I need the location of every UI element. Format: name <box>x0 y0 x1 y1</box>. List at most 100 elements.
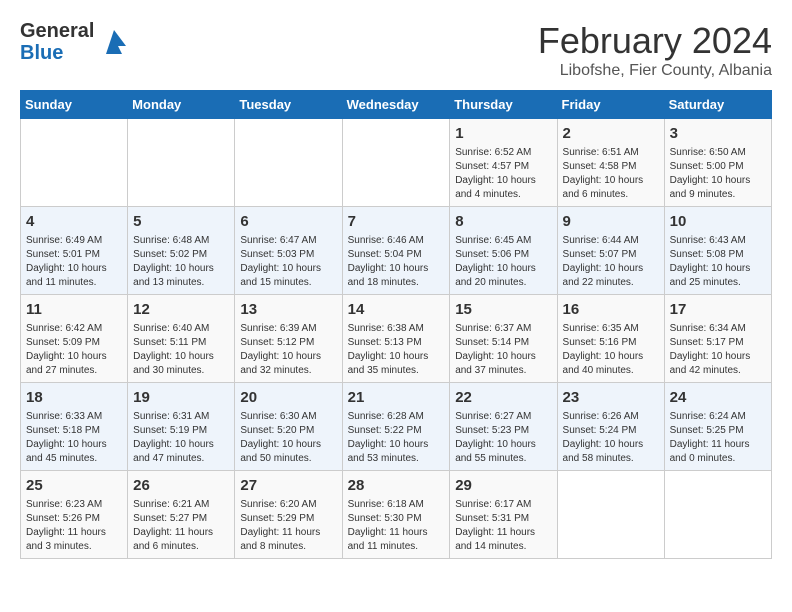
calendar-cell: 12Sunrise: 6:40 AM Sunset: 5:11 PM Dayli… <box>128 295 235 383</box>
calendar-body: 1Sunrise: 6:52 AM Sunset: 4:57 PM Daylig… <box>21 119 772 559</box>
day-number: 24 <box>670 387 766 408</box>
day-number: 28 <box>348 475 445 496</box>
calendar-cell: 1Sunrise: 6:52 AM Sunset: 4:57 PM Daylig… <box>450 119 557 207</box>
calendar-cell: 10Sunrise: 6:43 AM Sunset: 5:08 PM Dayli… <box>664 207 771 295</box>
calendar-cell: 2Sunrise: 6:51 AM Sunset: 4:58 PM Daylig… <box>557 119 664 207</box>
day-number: 13 <box>240 299 336 320</box>
day-info: Sunrise: 6:42 AM Sunset: 5:09 PM Dayligh… <box>26 322 122 378</box>
header-tuesday: Tuesday <box>235 91 342 119</box>
calendar-cell: 19Sunrise: 6:31 AM Sunset: 5:19 PM Dayli… <box>128 383 235 471</box>
day-number: 7 <box>348 211 445 232</box>
calendar-cell <box>128 119 235 207</box>
calendar-cell <box>664 471 771 559</box>
day-info: Sunrise: 6:18 AM Sunset: 5:30 PM Dayligh… <box>348 498 445 554</box>
day-number: 18 <box>26 387 122 408</box>
day-info: Sunrise: 6:49 AM Sunset: 5:01 PM Dayligh… <box>26 234 122 290</box>
calendar-cell: 15Sunrise: 6:37 AM Sunset: 5:14 PM Dayli… <box>450 295 557 383</box>
header-wednesday: Wednesday <box>342 91 450 119</box>
day-number: 14 <box>348 299 445 320</box>
calendar-week-2: 11Sunrise: 6:42 AM Sunset: 5:09 PM Dayli… <box>21 295 772 383</box>
calendar-cell: 5Sunrise: 6:48 AM Sunset: 5:02 PM Daylig… <box>128 207 235 295</box>
day-number: 21 <box>348 387 445 408</box>
day-number: 3 <box>670 123 766 144</box>
calendar-cell: 18Sunrise: 6:33 AM Sunset: 5:18 PM Dayli… <box>21 383 128 471</box>
calendar-cell: 14Sunrise: 6:38 AM Sunset: 5:13 PM Dayli… <box>342 295 450 383</box>
day-number: 9 <box>563 211 659 232</box>
header: General Blue February 2024 Libofshe, Fie… <box>20 20 772 80</box>
day-info: Sunrise: 6:27 AM Sunset: 5:23 PM Dayligh… <box>455 410 551 466</box>
day-number: 23 <box>563 387 659 408</box>
day-number: 8 <box>455 211 551 232</box>
day-number: 12 <box>133 299 229 320</box>
calendar-cell: 11Sunrise: 6:42 AM Sunset: 5:09 PM Dayli… <box>21 295 128 383</box>
calendar-cell: 3Sunrise: 6:50 AM Sunset: 5:00 PM Daylig… <box>664 119 771 207</box>
calendar-week-4: 25Sunrise: 6:23 AM Sunset: 5:26 PM Dayli… <box>21 471 772 559</box>
day-number: 17 <box>670 299 766 320</box>
calendar-week-3: 18Sunrise: 6:33 AM Sunset: 5:18 PM Dayli… <box>21 383 772 471</box>
day-info: Sunrise: 6:33 AM Sunset: 5:18 PM Dayligh… <box>26 410 122 466</box>
calendar-cell: 17Sunrise: 6:34 AM Sunset: 5:17 PM Dayli… <box>664 295 771 383</box>
day-number: 6 <box>240 211 336 232</box>
calendar-title: February 2024 <box>538 20 772 62</box>
calendar-table: SundayMondayTuesdayWednesdayThursdayFrid… <box>20 90 772 559</box>
header-thursday: Thursday <box>450 91 557 119</box>
day-number: 2 <box>563 123 659 144</box>
calendar-cell <box>235 119 342 207</box>
day-number: 22 <box>455 387 551 408</box>
calendar-header: SundayMondayTuesdayWednesdayThursdayFrid… <box>21 91 772 119</box>
day-info: Sunrise: 6:26 AM Sunset: 5:24 PM Dayligh… <box>563 410 659 466</box>
header-friday: Friday <box>557 91 664 119</box>
logo: General Blue <box>20 20 130 64</box>
calendar-cell <box>557 471 664 559</box>
calendar-cell: 23Sunrise: 6:26 AM Sunset: 5:24 PM Dayli… <box>557 383 664 471</box>
header-monday: Monday <box>128 91 235 119</box>
calendar-cell: 6Sunrise: 6:47 AM Sunset: 5:03 PM Daylig… <box>235 207 342 295</box>
day-info: Sunrise: 6:46 AM Sunset: 5:04 PM Dayligh… <box>348 234 445 290</box>
calendar-cell: 16Sunrise: 6:35 AM Sunset: 5:16 PM Dayli… <box>557 295 664 383</box>
day-number: 19 <box>133 387 229 408</box>
day-info: Sunrise: 6:45 AM Sunset: 5:06 PM Dayligh… <box>455 234 551 290</box>
day-info: Sunrise: 6:50 AM Sunset: 5:00 PM Dayligh… <box>670 146 766 202</box>
calendar-cell <box>342 119 450 207</box>
day-info: Sunrise: 6:31 AM Sunset: 5:19 PM Dayligh… <box>133 410 229 466</box>
day-number: 11 <box>26 299 122 320</box>
calendar-cell: 7Sunrise: 6:46 AM Sunset: 5:04 PM Daylig… <box>342 207 450 295</box>
day-info: Sunrise: 6:51 AM Sunset: 4:58 PM Dayligh… <box>563 146 659 202</box>
calendar-cell: 24Sunrise: 6:24 AM Sunset: 5:25 PM Dayli… <box>664 383 771 471</box>
day-info: Sunrise: 6:34 AM Sunset: 5:17 PM Dayligh… <box>670 322 766 378</box>
calendar-cell: 28Sunrise: 6:18 AM Sunset: 5:30 PM Dayli… <box>342 471 450 559</box>
calendar-cell: 13Sunrise: 6:39 AM Sunset: 5:12 PM Dayli… <box>235 295 342 383</box>
logo-text: General Blue <box>20 20 94 64</box>
calendar-cell: 25Sunrise: 6:23 AM Sunset: 5:26 PM Dayli… <box>21 471 128 559</box>
calendar-week-0: 1Sunrise: 6:52 AM Sunset: 4:57 PM Daylig… <box>21 119 772 207</box>
day-number: 26 <box>133 475 229 496</box>
day-info: Sunrise: 6:44 AM Sunset: 5:07 PM Dayligh… <box>563 234 659 290</box>
calendar-cell: 21Sunrise: 6:28 AM Sunset: 5:22 PM Dayli… <box>342 383 450 471</box>
day-number: 29 <box>455 475 551 496</box>
calendar-cell: 9Sunrise: 6:44 AM Sunset: 5:07 PM Daylig… <box>557 207 664 295</box>
day-info: Sunrise: 6:35 AM Sunset: 5:16 PM Dayligh… <box>563 322 659 378</box>
day-number: 20 <box>240 387 336 408</box>
day-number: 4 <box>26 211 122 232</box>
calendar-subtitle: Libofshe, Fier County, Albania <box>538 62 772 80</box>
day-info: Sunrise: 6:20 AM Sunset: 5:29 PM Dayligh… <box>240 498 336 554</box>
logo-blue: Blue <box>20 42 63 64</box>
logo-general: General <box>20 20 94 42</box>
day-number: 1 <box>455 123 551 144</box>
header-saturday: Saturday <box>664 91 771 119</box>
day-info: Sunrise: 6:37 AM Sunset: 5:14 PM Dayligh… <box>455 322 551 378</box>
calendar-cell: 29Sunrise: 6:17 AM Sunset: 5:31 PM Dayli… <box>450 471 557 559</box>
header-row: SundayMondayTuesdayWednesdayThursdayFrid… <box>21 91 772 119</box>
day-info: Sunrise: 6:40 AM Sunset: 5:11 PM Dayligh… <box>133 322 229 378</box>
day-number: 16 <box>563 299 659 320</box>
day-number: 27 <box>240 475 336 496</box>
day-number: 25 <box>26 475 122 496</box>
day-info: Sunrise: 6:43 AM Sunset: 5:08 PM Dayligh… <box>670 234 766 290</box>
logo-icon <box>98 26 130 58</box>
calendar-cell: 20Sunrise: 6:30 AM Sunset: 5:20 PM Dayli… <box>235 383 342 471</box>
day-info: Sunrise: 6:23 AM Sunset: 5:26 PM Dayligh… <box>26 498 122 554</box>
calendar-cell <box>21 119 128 207</box>
day-info: Sunrise: 6:28 AM Sunset: 5:22 PM Dayligh… <box>348 410 445 466</box>
day-info: Sunrise: 6:48 AM Sunset: 5:02 PM Dayligh… <box>133 234 229 290</box>
calendar-cell: 4Sunrise: 6:49 AM Sunset: 5:01 PM Daylig… <box>21 207 128 295</box>
